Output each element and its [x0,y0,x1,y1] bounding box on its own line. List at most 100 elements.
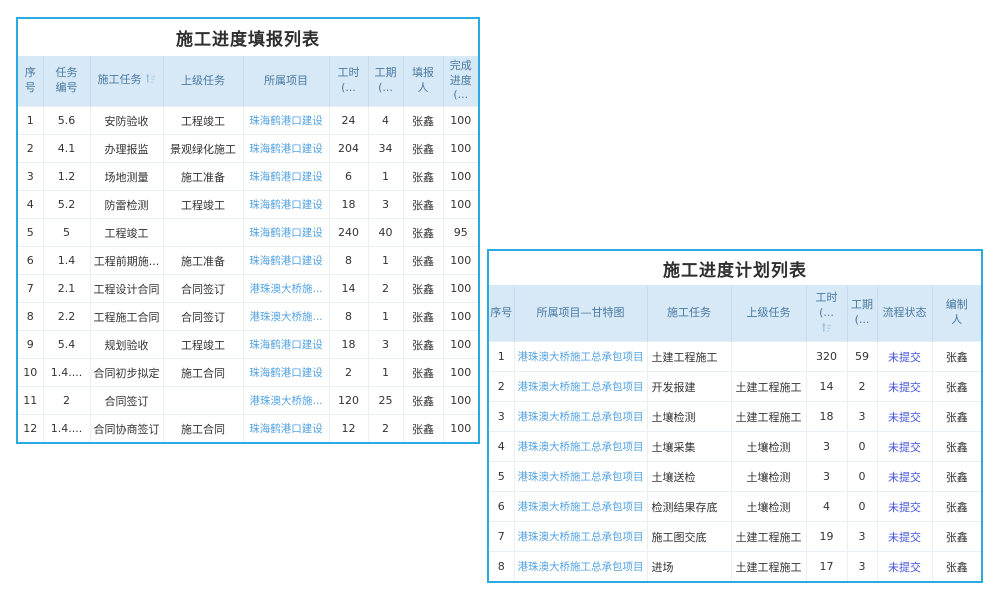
table-cell: 1.4 [43,247,90,275]
column-label: 序 号 [25,66,36,94]
project-link[interactable]: 珠海鹤港口建设 [243,415,329,443]
table-cell: 3 [368,331,403,359]
table-row: 3港珠澳大桥施工总承包项目土壤检测土建工程施工183未提交张鑫 [489,402,981,432]
table-cell: 5 [43,219,90,247]
table-cell: 张鑫 [932,552,981,582]
project-link[interactable]: 港珠澳大桥施工总承包项目 [514,372,647,402]
table-cell: 1 [18,107,43,135]
table-cell: 施工准备 [163,247,243,275]
table-cell: 14 [329,275,368,303]
table-row: 31.2场地测量施工准备珠海鹤港口建设61张鑫100 [18,163,478,191]
status-link[interactable]: 未提交 [877,342,932,372]
table-row: 112合同签订港珠澳大桥施...12025张鑫100 [18,387,478,415]
project-link[interactable]: 珠海鹤港口建设 [243,191,329,219]
project-link[interactable]: 港珠澳大桥施... [243,275,329,303]
table-cell: 8 [329,303,368,331]
project-link[interactable]: 珠海鹤港口建设 [243,107,329,135]
table-cell: 合同签订 [163,303,243,331]
table-cell: 土壤检测 [731,492,806,522]
table-cell: 100 [443,303,478,331]
table-cell: 59 [847,342,877,372]
project-link[interactable]: 港珠澳大桥施工总承包项目 [514,462,647,492]
table-cell: 工程设计合同 [90,275,163,303]
column-header[interactable]: 施工任务 [90,56,163,107]
table-cell: 2 [489,372,514,402]
table-cell: 6 [18,247,43,275]
status-link[interactable]: 未提交 [877,552,932,582]
status-link[interactable]: 未提交 [877,432,932,462]
project-link[interactable]: 港珠澳大桥施... [243,303,329,331]
table-cell: 100 [443,359,478,387]
table-cell: 合同协商签订 [90,415,163,443]
project-link[interactable]: 港珠澳大桥施... [243,387,329,415]
table-cell: 18 [806,402,847,432]
table-cell: 景观绿化施工 [163,135,243,163]
table-cell: 25 [368,387,403,415]
project-link[interactable]: 港珠澳大桥施工总承包项目 [514,432,647,462]
table-row: 55工程竣工珠海鹤港口建设24040张鑫95 [18,219,478,247]
table-row: 61.4工程前期施...施工准备珠海鹤港口建设81张鑫100 [18,247,478,275]
table-cell [731,342,806,372]
table-cell: 1 [489,342,514,372]
table-cell: 3 [847,552,877,582]
table-cell: 3 [847,522,877,552]
project-link[interactable]: 珠海鹤港口建设 [243,163,329,191]
status-link[interactable]: 未提交 [877,492,932,522]
column-header: 上级任务 [731,285,806,342]
project-link[interactable]: 珠海鹤港口建设 [243,331,329,359]
status-link[interactable]: 未提交 [877,372,932,402]
table-cell: 土建工程施工 [731,552,806,582]
report-table-title: 施工进度填报列表 [18,19,478,56]
table-cell: 施工准备 [163,163,243,191]
column-header: 完成 进度 (... [443,56,478,107]
project-link[interactable]: 珠海鹤港口建设 [243,359,329,387]
column-header: 工期 (... [847,285,877,342]
sort-icon[interactable] [145,73,156,84]
table-cell: 5 [18,219,43,247]
table-cell: 土建工程施工 [731,402,806,432]
table-cell: 1 [368,247,403,275]
project-link[interactable]: 港珠澳大桥施工总承包项目 [514,552,647,582]
table-cell: 合同初步拟定 [90,359,163,387]
table-cell: 工程竣工 [163,331,243,359]
table-cell: 10 [18,359,43,387]
project-link[interactable]: 港珠澳大桥施工总承包项目 [514,402,647,432]
table-cell: 5.6 [43,107,90,135]
column-label: 上级任务 [747,306,791,319]
project-link[interactable]: 港珠澳大桥施工总承包项目 [514,522,647,552]
project-link[interactable]: 珠海鹤港口建设 [243,135,329,163]
table-cell: 8 [329,247,368,275]
table-cell: 3 [847,402,877,432]
column-label: 上级任务 [181,74,225,87]
column-label: 任务 编号 [56,66,78,94]
status-link[interactable]: 未提交 [877,522,932,552]
table-cell: 1.4.... [43,415,90,443]
table-row: 72.1工程设计合同合同签订港珠澳大桥施...142张鑫100 [18,275,478,303]
column-header: 填报 人 [403,56,443,107]
status-link[interactable]: 未提交 [877,462,932,492]
sort-icon[interactable] [821,322,832,333]
project-link[interactable]: 珠海鹤港口建设 [243,247,329,275]
column-label: 填报 人 [412,66,434,94]
table-cell: 7 [489,522,514,552]
project-link[interactable]: 港珠澳大桥施工总承包项目 [514,492,647,522]
table-cell: 土建工程施工 [647,342,731,372]
table-cell: 3 [18,163,43,191]
table-cell: 19 [806,522,847,552]
table-cell: 2 [329,359,368,387]
table-cell: 3 [368,191,403,219]
plan-table-panel: 施工进度计划列表 序号所属项目—甘特图施工任务上级任务工时 (...工期 (..… [487,249,983,583]
status-link[interactable]: 未提交 [877,402,932,432]
column-header[interactable]: 工时 (... [806,285,847,342]
table-cell: 14 [806,372,847,402]
table-cell: 合同签订 [163,275,243,303]
column-header: 编制 人 [932,285,981,342]
column-label: 流程状态 [883,306,927,319]
table-cell: 安防验收 [90,107,163,135]
column-header: 工时 (... [329,56,368,107]
table-cell: 规划验收 [90,331,163,359]
table-cell: 土建工程施工 [731,372,806,402]
project-link[interactable]: 珠海鹤港口建设 [243,219,329,247]
project-link[interactable]: 港珠澳大桥施工总承包项目 [514,342,647,372]
table-cell: 8 [18,303,43,331]
